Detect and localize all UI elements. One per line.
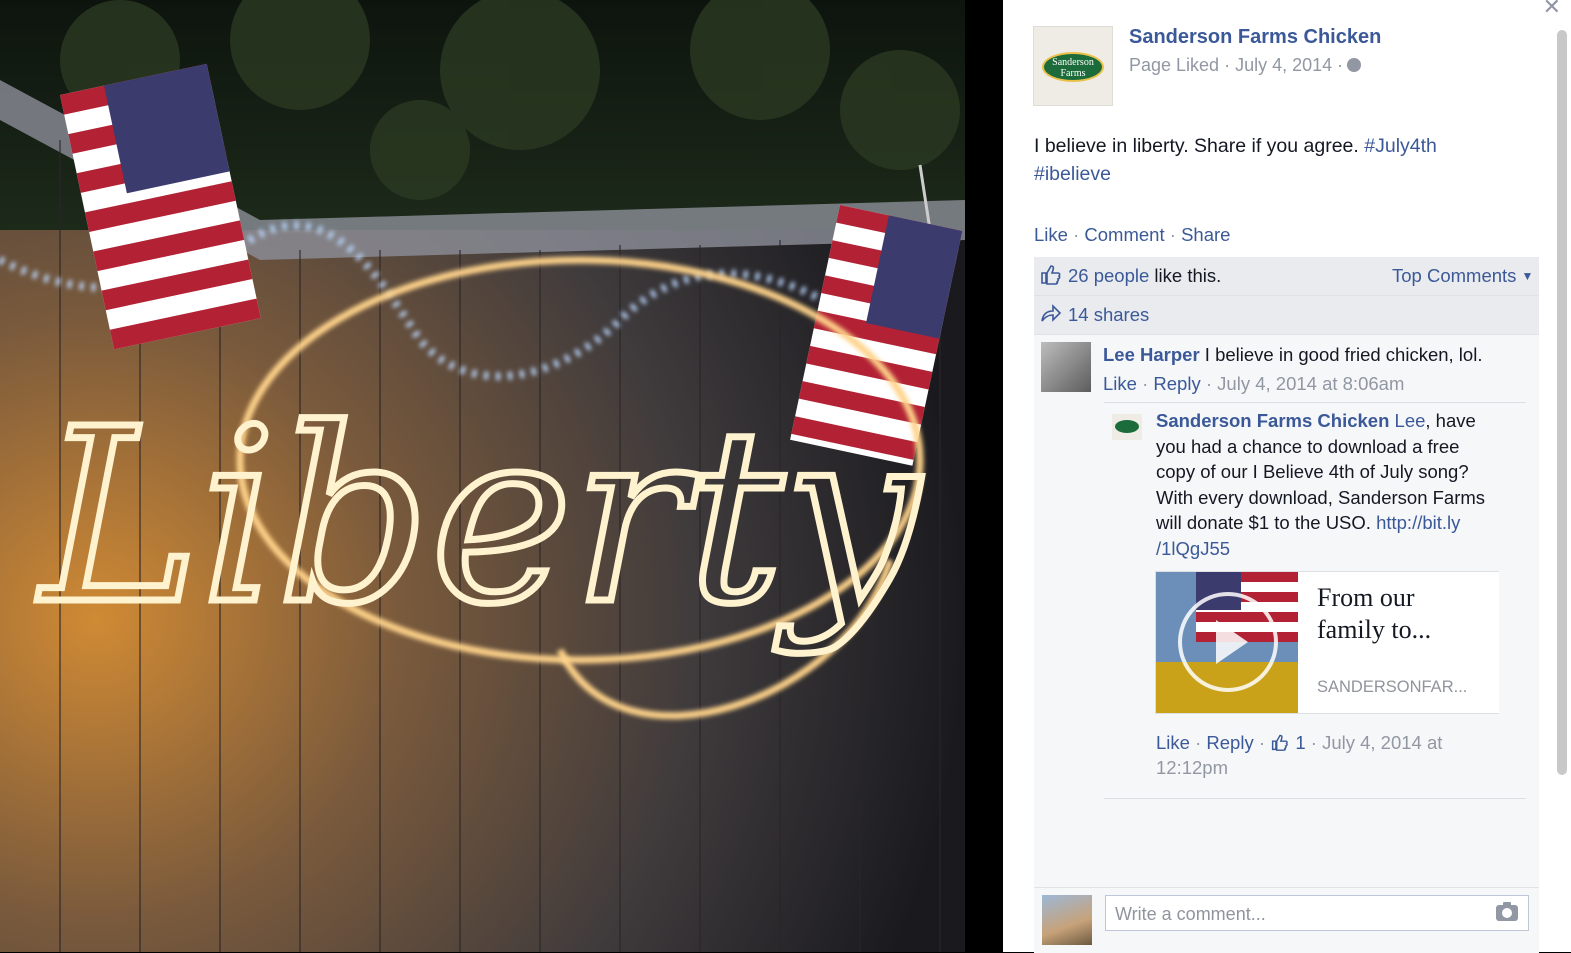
top-comments-label: Top Comments bbox=[1392, 265, 1517, 286]
comment-placeholder: Write a comment... bbox=[1115, 904, 1266, 924]
like-button[interactable]: Like bbox=[1034, 224, 1068, 245]
post-message-text: I believe in liberty. Share if you agree… bbox=[1034, 135, 1359, 157]
dropdown-caret-icon: ▼ bbox=[1521, 269, 1534, 283]
reply-link-line-2: /1lQgJ55 bbox=[1156, 537, 1231, 559]
reply-like-count[interactable]: 1 bbox=[1270, 732, 1306, 753]
post-meta: Page Liked · July 4, 2014 · bbox=[1129, 55, 1362, 76]
post-actions: Like · Comment · Share bbox=[1034, 224, 1230, 246]
hashtag-july4th[interactable]: #July4th bbox=[1364, 135, 1437, 157]
likes-suffix: like this. bbox=[1149, 265, 1222, 286]
reply-divider bbox=[1104, 402, 1526, 403]
comment-reply-button[interactable]: Reply bbox=[1153, 373, 1200, 394]
likes-count-link[interactable]: 26 people bbox=[1068, 265, 1149, 286]
sparkler-liberty-text: Liberty bbox=[37, 377, 923, 657]
reply-link-line-1: http://bit.ly bbox=[1376, 512, 1461, 534]
commenter-avatar[interactable] bbox=[1041, 342, 1091, 392]
current-user-avatar[interactable] bbox=[1042, 895, 1092, 945]
comment-actions: Like · Reply · July 4, 2014 at 8:06am bbox=[1103, 373, 1405, 394]
share-button[interactable]: Share bbox=[1181, 224, 1230, 245]
reply-like-button[interactable]: Like bbox=[1156, 732, 1190, 753]
post-message: I believe in liberty. Share if you agree… bbox=[1034, 132, 1514, 188]
camera-icon[interactable] bbox=[1496, 902, 1518, 921]
reply-timestamp-2[interactable]: 12:12pm bbox=[1156, 757, 1228, 778]
reply-actions: Like · Reply · 1 · July 4, 2014 at 12:12p… bbox=[1156, 732, 1443, 778]
link-preview-domain: SANDERSONFAR... bbox=[1317, 678, 1468, 696]
comment-input[interactable]: Write a comment... bbox=[1105, 895, 1529, 931]
reply-author[interactable]: Sanderson Farms Chicken bbox=[1156, 410, 1389, 431]
reply-reply-button[interactable]: Reply bbox=[1206, 732, 1253, 753]
flag-video-thumbnail bbox=[1156, 572, 1298, 713]
link-preview-title: From our family to... bbox=[1317, 583, 1432, 644]
share-arrow-icon bbox=[1041, 304, 1062, 322]
likes-summary: 26 people like this. bbox=[1068, 265, 1221, 287]
reply-mention[interactable]: Lee bbox=[1395, 410, 1426, 431]
like-thumb-icon bbox=[1272, 734, 1288, 751]
comment-timestamp[interactable]: July 4, 2014 at 8:06am bbox=[1217, 373, 1404, 394]
comment-author[interactable]: Lee Harper bbox=[1103, 344, 1200, 365]
page-avatar[interactable]: Sanderson Farms bbox=[1033, 26, 1113, 106]
top-comments-dropdown[interactable]: Top Comments ▼ bbox=[1392, 265, 1533, 287]
sanderson-logo-small bbox=[1115, 420, 1139, 433]
comment: Lee Harper I believe in good fried chick… bbox=[1103, 344, 1482, 366]
link-preview-image bbox=[1156, 572, 1298, 713]
comment-button[interactable]: Comment bbox=[1084, 224, 1164, 245]
scrollbar[interactable] bbox=[1557, 30, 1567, 775]
comment-like-button[interactable]: Like bbox=[1103, 373, 1137, 394]
hashtag-ibelieve[interactable]: #ibelieve bbox=[1034, 163, 1111, 185]
post-meta-text[interactable]: Page Liked · July 4, 2014 · bbox=[1129, 55, 1343, 75]
reply-avatar[interactable] bbox=[1112, 414, 1142, 440]
sanderson-logo: Sanderson Farms bbox=[1042, 52, 1104, 82]
page-name-link[interactable]: Sanderson Farms Chicken bbox=[1129, 26, 1381, 49]
post-photo[interactable]: Liberty bbox=[0, 0, 1003, 952]
reply-comment: Sanderson Farms Chicken Lee, have you ha… bbox=[1156, 408, 1501, 562]
logo-text-2: Farms bbox=[1060, 68, 1086, 79]
reply-like-count-value: 1 bbox=[1295, 732, 1306, 753]
close-icon[interactable]: ✕ bbox=[1543, 0, 1561, 18]
logo-text-1: Sanderson bbox=[1052, 57, 1094, 68]
liberty-sparkler-photo: Liberty bbox=[0, 0, 1003, 952]
like-thumb-icon bbox=[1041, 265, 1061, 285]
link-preview-card[interactable]: From our family to... SANDERSONFAR... bbox=[1155, 571, 1499, 714]
separator: · bbox=[1164, 224, 1182, 245]
reply-timestamp-1[interactable]: July 4, 2014 at bbox=[1322, 732, 1442, 753]
globe-icon bbox=[1347, 58, 1362, 72]
reply-end-divider bbox=[1104, 798, 1526, 799]
separator: · bbox=[1067, 224, 1085, 245]
comment-text: I believe in good fried chicken, lol. bbox=[1204, 344, 1483, 365]
shares-link[interactable]: 14 shares bbox=[1068, 304, 1149, 326]
